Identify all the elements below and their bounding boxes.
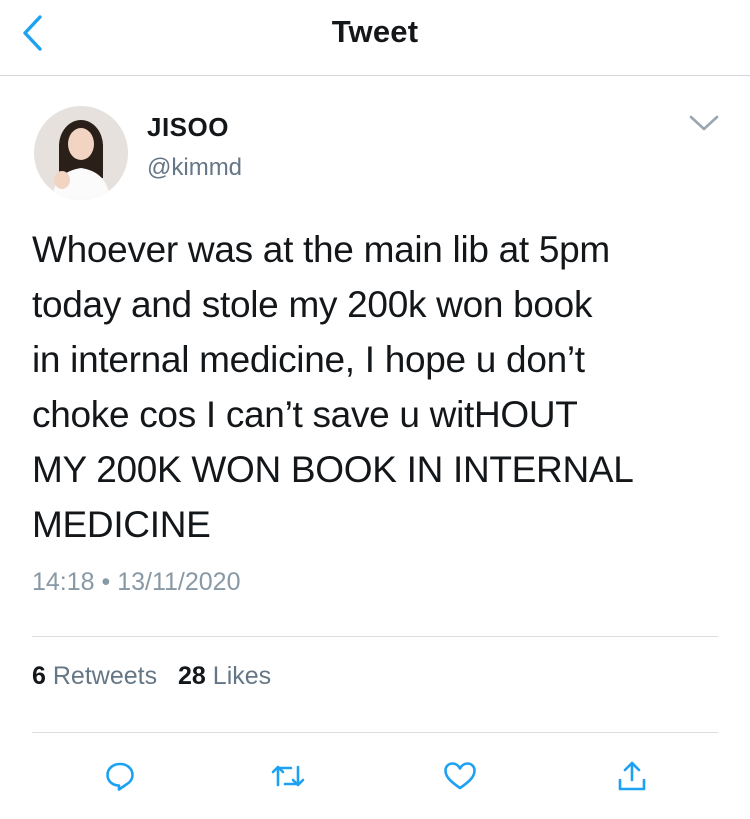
retweets-stat[interactable]: 6 Retweets [32, 662, 157, 691]
more-options-button[interactable] [684, 110, 724, 136]
chevron-down-icon [689, 115, 719, 131]
tweet-text-line: today and stole my 200k won book [32, 284, 593, 325]
author-handle[interactable]: @kimmd [147, 154, 242, 182]
retweets-count: 6 [32, 662, 46, 690]
share-icon [618, 761, 646, 791]
avatar[interactable] [34, 106, 128, 200]
like-icon [444, 762, 476, 790]
tweet-stats: 6 Retweets 28 Likes [32, 662, 271, 691]
tweet-timestamp: 14:18 • 13/11/2020 [32, 568, 241, 596]
nav-bar: Tweet [0, 0, 750, 76]
likes-count: 28 [178, 662, 206, 690]
tweet-text-line: Whoever was at the main lib at 5pm [32, 229, 610, 270]
tweet-text-line: MEDICINE [32, 504, 211, 545]
retweet-icon [271, 765, 305, 787]
retweets-label: Retweets [52, 662, 158, 690]
likes-stat[interactable]: 28 Likes [178, 662, 271, 691]
tweet-text: Whoever was at the main lib at 5pm today… [32, 222, 732, 552]
reply-button[interactable] [100, 756, 140, 796]
divider [32, 732, 718, 733]
reply-icon [106, 762, 134, 791]
author-name[interactable]: JISOO [147, 112, 229, 143]
divider [32, 636, 718, 637]
likes-label: Likes [212, 662, 272, 690]
like-button[interactable] [440, 756, 480, 796]
retweet-button[interactable] [268, 756, 308, 796]
share-button[interactable] [612, 756, 652, 796]
tweet-text-line: MY 200K WON BOOK IN INTERNAL [32, 449, 634, 490]
tweet-text-line: choke cos I can’t save u witHOUT [32, 394, 578, 435]
profile-photo [34, 106, 128, 200]
tweet-text-line: in internal medicine, I hope u don’t [32, 339, 585, 380]
page-title: Tweet [331, 14, 419, 49]
